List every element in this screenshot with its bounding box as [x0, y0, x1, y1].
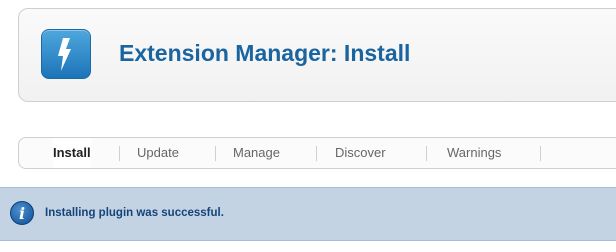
tab-manage[interactable]: Manage — [233, 138, 280, 168]
tab-separator — [540, 146, 541, 161]
lightning-bolt-icon — [41, 29, 91, 79]
tab-separator — [119, 146, 120, 161]
info-icon: i — [10, 201, 34, 225]
tab-update[interactable]: Update — [137, 138, 179, 168]
page-header: Extension Manager: Install — [18, 8, 616, 102]
message-text: Installing plugin was successful. — [45, 207, 224, 219]
tab-separator — [426, 146, 427, 161]
tab-warnings[interactable]: Warnings — [447, 138, 501, 168]
submenu-tabs: Install Update Manage Discover Warnings — [18, 137, 616, 169]
page-title: Extension Manager: Install — [119, 40, 411, 66]
system-message: i Installing plugin was successful. — [0, 187, 616, 241]
tab-separator — [316, 146, 317, 161]
tab-discover[interactable]: Discover — [335, 138, 386, 168]
tab-install[interactable]: Install — [53, 138, 91, 168]
tab-separator — [215, 146, 216, 161]
